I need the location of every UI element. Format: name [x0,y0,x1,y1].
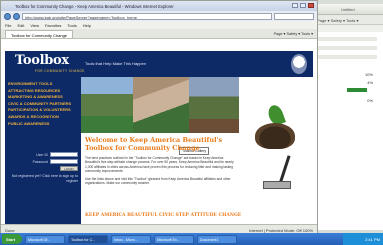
tab-toolbox[interactable]: Toolbox for Community Change [5,30,74,38]
zone-text[interactable]: Internet | Protected Mode: Off 100% [249,228,313,233]
background-value: 0% [367,98,373,103]
photo-banner [81,77,239,133]
intro-paragraph: The best practices outlined in the "Tool… [85,156,234,173]
soil-icon [255,123,295,149]
garden-illustration [239,77,313,226]
close-button[interactable] [308,3,314,8]
browser-title: Toolbox for Community Change - Keep Amer… [15,4,174,9]
user-id-field[interactable] [50,152,78,157]
status-text: Done [5,228,15,233]
taskbar-item[interactable]: Microsoft Ex... [154,234,194,244]
nav-item[interactable]: PUBLIC AWARENESS [8,121,78,128]
user-id-label: User ID [36,152,48,157]
url-field[interactable]: http://www.kab.org/site/PageServer?pagen… [22,12,272,20]
nav-item[interactable]: AWARDS & RECOGNITION [8,114,78,121]
forward-icon[interactable] [13,12,20,20]
group-photo [133,77,189,133]
site-tagline: Tools that Help Make This Happen [85,61,147,66]
background-value: 10% [364,72,373,77]
search-input[interactable] [274,12,314,20]
nav-item[interactable]: ENVIRONMENT TOOLS [8,81,78,88]
background-green-bar [347,88,367,92]
login-button[interactable]: LOGIN [60,166,78,171]
kab-emblem-icon [291,54,307,74]
login-form: User ID Password LOGIN Not registered ye… [8,152,78,184]
password-label: Password [32,159,48,164]
browser-titlebar[interactable]: Toolbox for Community Change - Keep Amer… [1,1,317,11]
slogan: KEEP AMERICA BEAUTIFUL CIVIC STEP ATTITU… [85,213,242,218]
menu-bar: File Edit View Favorites Tools Help [1,21,317,29]
maximize-button[interactable] [300,3,306,8]
browser-window: Toolbox for Community Change - Keep Amer… [0,0,318,236]
volunteers-photo [81,77,133,133]
command-bar[interactable]: Page ▾ Safety ▾ Tools ▾ [274,31,313,36]
second-paragraph: Use the links above and visit this "Tool… [85,177,231,186]
cleanup-photo [189,77,239,133]
left-sidebar: ENVIRONMENT TOOLS ATTRACTING RESOURCES M… [5,77,81,226]
site-logo-subtitle: FOR COMMUNITY CHANGE [35,69,85,73]
nav-item[interactable]: MARKETING & AWARENESS [8,94,78,101]
taskbar-item[interactable]: Inbox - Micro... [111,234,151,244]
background-app-content: 10% 4% 0% [307,32,383,230]
taskbar-item[interactable]: Microsoft Of... [25,234,65,244]
password-field[interactable] [50,159,78,164]
rake-icon [263,181,291,189]
address-bar: http://www.kab.org/site/PageServer?pagen… [1,11,317,21]
start-button[interactable]: Start [2,234,22,244]
site-header: Toolbox FOR COMMUNITY CHANGE Tools that … [5,51,313,77]
minimize-button[interactable] [292,3,298,8]
tab-row: Toolbox for Community Change Page ▾ Safe… [1,29,317,39]
system-clock[interactable]: 2:41 PM [343,233,383,245]
main-content: Welcome to Keep America Beautiful's Tool… [85,136,235,186]
taskbar: Start Microsoft Of... Toolbox for C... I… [0,233,383,245]
website: Toolbox FOR COMMUNITY CHANGE Tools that … [5,51,313,226]
site-logo[interactable]: Toolbox [15,53,69,68]
page-viewport: Toolbox FOR COMMUNITY CHANGE Tools that … [1,39,317,226]
taskbar-item[interactable]: Document1 [197,234,237,244]
register-link[interactable]: Not registered yet? Click here to sign u… [8,174,78,184]
site-nav: ENVIRONMENT TOOLS ATTRACTING RESOURCES M… [5,77,81,131]
nav-item[interactable]: PARTICIPATION & VOLUNTEERS [8,107,78,114]
welcome-heading: Welcome to Keep America Beautiful's Tool… [85,136,223,152]
taskbar-item[interactable]: Toolbox for C... [68,234,108,244]
nav-item[interactable]: ATTRACTING RESOURCES [8,88,78,95]
back-icon[interactable] [4,12,11,20]
background-value: 4% [367,80,373,85]
nav-item[interactable]: CIVIC & COMMUNITY PARTNERS [8,101,78,108]
